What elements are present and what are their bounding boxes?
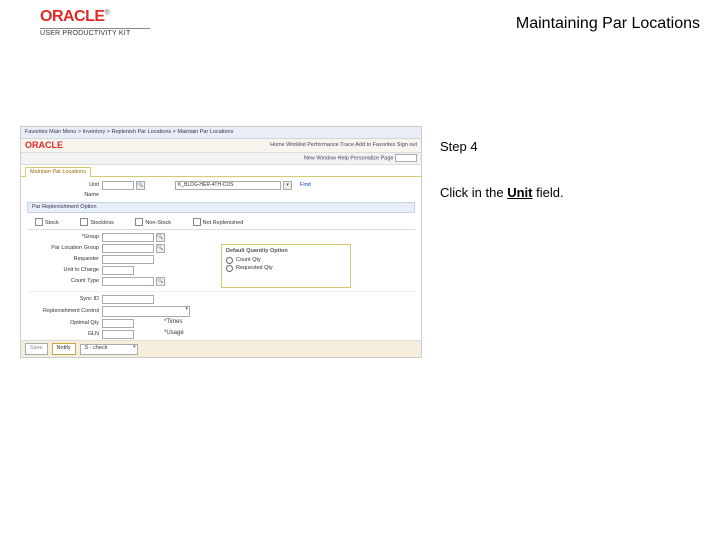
check-stock: Stock bbox=[45, 220, 59, 226]
checkbox-row: Stock Stockless Non-Stock Not Replenishe… bbox=[27, 216, 415, 230]
lookup-icon bbox=[136, 181, 145, 190]
brand-subtitle: USER PRODUCTIVITY KIT bbox=[40, 30, 150, 37]
instruction-suffix: field. bbox=[532, 185, 563, 200]
check-stockless: Stockless bbox=[90, 220, 114, 226]
lookup-icon bbox=[156, 244, 165, 253]
step-label: Step 4 bbox=[440, 138, 690, 156]
options-bar: Par Replenishment Option bbox=[27, 202, 415, 213]
plg-field bbox=[102, 244, 154, 253]
instruction-text: Click in the Unit field. bbox=[440, 184, 690, 202]
subbar-input bbox=[395, 154, 417, 162]
app-screenshot: Favorites Main Menu > Inventory > Replen… bbox=[20, 126, 422, 358]
label-requester: Requester bbox=[27, 256, 102, 263]
checkbox-icon bbox=[80, 218, 88, 226]
brand-divider bbox=[40, 28, 150, 29]
brand-logo: ORACLE® USER PRODUCTIVITY KIT bbox=[40, 8, 150, 37]
breadcrumb: Favorites Main Menu > Inventory > Replen… bbox=[21, 127, 421, 139]
label-gln: GLN bbox=[27, 331, 102, 338]
instruction-target-field: Unit bbox=[507, 185, 532, 200]
checkbox-icon bbox=[35, 218, 43, 226]
label-unit: Unit bbox=[27, 182, 102, 189]
radio-icon bbox=[226, 265, 233, 272]
radio-count-qty: Count Qty bbox=[236, 257, 261, 264]
parloc-lookup-icon: ▾ bbox=[283, 181, 292, 190]
checkbox-icon bbox=[135, 218, 143, 226]
subbar-links: New Window Help Personalize Page bbox=[304, 156, 394, 162]
app-subbar: New Window Help Personalize Page bbox=[21, 153, 421, 165]
label-sync: Sync ID bbox=[27, 296, 102, 303]
label-plg: Par Location Group bbox=[27, 245, 102, 252]
label-repl-control: Replenishment Control bbox=[27, 308, 102, 315]
radio-icon bbox=[226, 257, 233, 264]
radio-requested-qty: Requested Qty bbox=[236, 265, 273, 272]
checkbox-icon bbox=[193, 218, 201, 226]
label-count-type: Count Type bbox=[27, 278, 102, 285]
app-brand: ORACLE bbox=[25, 141, 63, 150]
trademark: ® bbox=[105, 10, 110, 17]
box-title: Default Quantity Option bbox=[226, 248, 346, 255]
tab-maintain-par-locations: Maintain Par Locations bbox=[25, 167, 91, 177]
check-nonstock: Non-Stock bbox=[145, 220, 171, 226]
app-header-links: Home Worklist Performance Trace Add to F… bbox=[270, 142, 417, 149]
save-button: Save bbox=[25, 343, 48, 355]
optimal-qty-field bbox=[102, 319, 134, 328]
count-type-field bbox=[102, 277, 154, 286]
label-times: *Times bbox=[164, 319, 182, 327]
sync-field bbox=[102, 295, 154, 304]
lookup-icon bbox=[156, 277, 165, 286]
find-link: Find bbox=[300, 182, 311, 189]
app-header: ORACLE Home Worklist Performance Trace A… bbox=[21, 139, 421, 153]
action-select: .5 - check bbox=[80, 344, 138, 355]
unit-charge-field bbox=[102, 266, 134, 275]
form-content: Unit K_BLDG-HER-4TH-COS ▾ Find Name Par … bbox=[21, 177, 421, 356]
label-group: *Group bbox=[27, 234, 102, 241]
parloc-value: K_BLDG-HER-4TH-COS bbox=[178, 182, 234, 188]
page-title: Maintaining Par Locations bbox=[516, 14, 700, 33]
notify-button: Notify bbox=[52, 343, 76, 355]
instruction-prefix: Click in the bbox=[440, 185, 507, 200]
gln-field bbox=[102, 330, 134, 339]
check-notreplenished: Not Replenished bbox=[203, 220, 244, 226]
app-footer: Save Notify .5 - check bbox=[21, 340, 421, 357]
label-unit-charge: Unit to Charge bbox=[27, 267, 102, 274]
brand-name: ORACLE bbox=[40, 8, 105, 25]
requester-field bbox=[102, 255, 154, 264]
group-field bbox=[102, 233, 154, 242]
repl-control-select bbox=[102, 306, 190, 317]
unit-field[interactable] bbox=[102, 181, 134, 190]
lookup-icon bbox=[156, 233, 165, 242]
label-name: Name bbox=[27, 192, 102, 199]
label-optimal-qty: Optimal Qty bbox=[27, 320, 102, 327]
default-qty-box: Default Quantity Option Count Qty Reques… bbox=[221, 244, 351, 288]
label-usage: *Usage bbox=[164, 330, 184, 338]
parloc-field: K_BLDG-HER-4TH-COS bbox=[175, 181, 281, 190]
